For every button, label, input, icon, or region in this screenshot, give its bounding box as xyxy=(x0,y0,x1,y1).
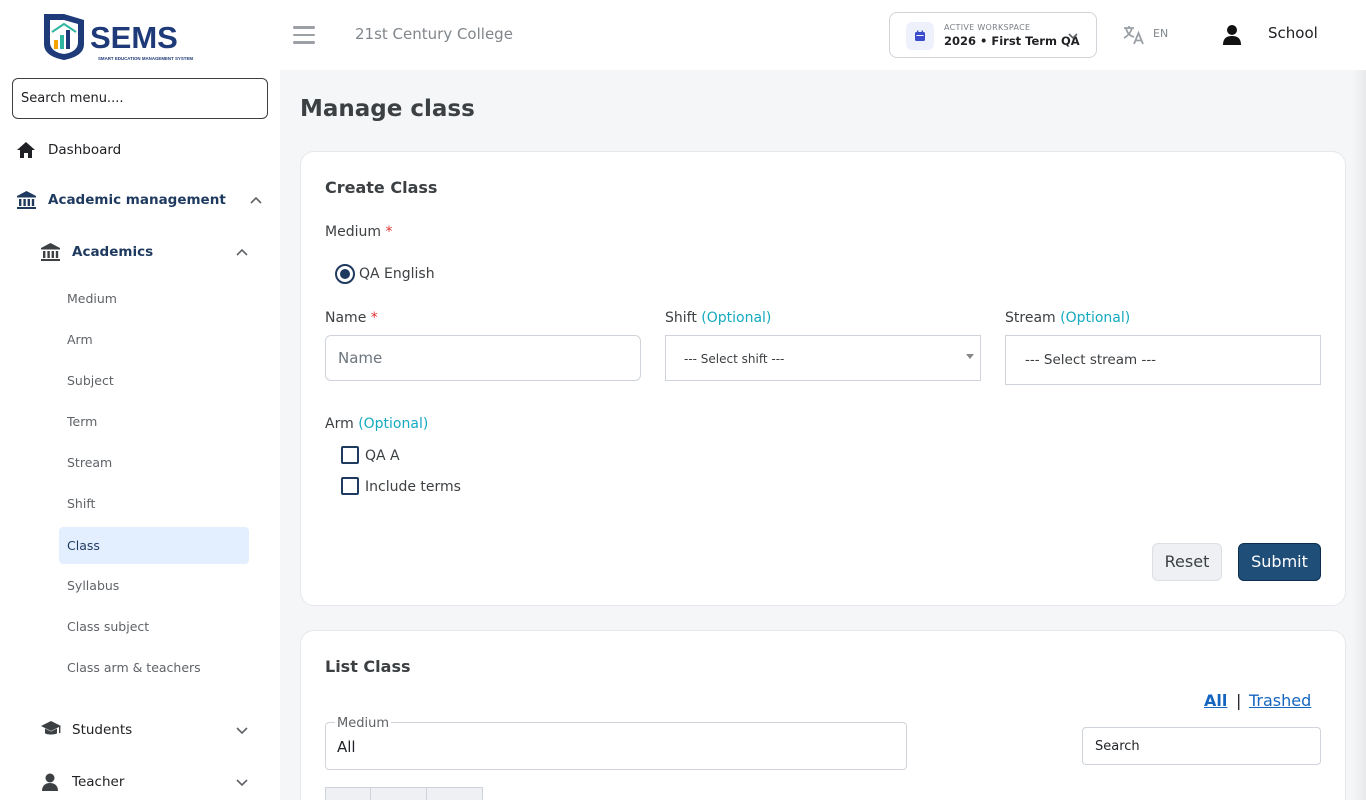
chevron-down-icon xyxy=(236,727,248,735)
workspace-label: ACTIVE WORKSPACE xyxy=(944,23,1031,32)
card-title: List Class xyxy=(325,657,411,676)
chevron-down-icon xyxy=(1068,33,1078,40)
sidebar-item-label: Dashboard xyxy=(48,142,122,158)
shift-select-value: --- Select shift --- xyxy=(684,352,785,366)
sidebar-item-shift[interactable]: Shift xyxy=(59,485,249,522)
institution-icon xyxy=(17,191,36,209)
sidebar-item-term[interactable]: Term xyxy=(59,403,249,440)
card-title: Create Class xyxy=(325,178,438,197)
medium-option-label[interactable]: QA English xyxy=(359,266,435,282)
svg-text:SEMS: SEMS xyxy=(90,20,178,55)
arm-checkbox-qa-a[interactable] xyxy=(341,446,359,464)
sidebar-item-class[interactable]: Class xyxy=(59,527,249,564)
graduation-cap-icon xyxy=(41,721,61,735)
export-button[interactable] xyxy=(426,787,483,800)
sidebar-item-medium[interactable]: Medium xyxy=(59,280,249,317)
sidebar: Dashboard Academic management Academics xyxy=(0,70,280,800)
medium-filter-label: Medium xyxy=(335,716,391,731)
calendar-icon xyxy=(906,22,934,50)
svg-text:SMART EDUCATION MANAGEMENT SYS: SMART EDUCATION MANAGEMENT SYSTEM xyxy=(98,56,193,61)
user-icon[interactable] xyxy=(1222,24,1242,46)
filter-all-link[interactable]: All xyxy=(1204,691,1227,710)
sidebar-item-teacher[interactable]: Teacher xyxy=(40,772,252,794)
institution-icon xyxy=(41,243,60,261)
sidebar-item-stream[interactable]: Stream xyxy=(59,444,249,481)
sidebar-item-dashboard[interactable]: Dashboard xyxy=(16,140,266,162)
sidebar-item-academics[interactable]: Academics xyxy=(40,242,252,264)
caret-down-icon xyxy=(966,354,974,359)
refresh-button[interactable] xyxy=(325,787,371,800)
language-code[interactable]: EN xyxy=(1153,27,1168,40)
sidebar-item-arm[interactable]: Arm xyxy=(59,321,249,358)
sidebar-item-students[interactable]: Students xyxy=(40,720,252,742)
stream-label: Stream (Optional) xyxy=(1005,310,1131,326)
shift-label: Shift (Optional) xyxy=(665,310,772,326)
top-bar: SEMS SMART EDUCATION MANAGEMENT SYSTEM 2… xyxy=(0,0,1366,70)
shift-select[interactable]: --- Select shift --- xyxy=(665,335,981,381)
sidebar-item-label: Academic management xyxy=(48,192,226,208)
sidebar-item-class-subject[interactable]: Class subject xyxy=(59,608,249,645)
name-input[interactable] xyxy=(325,335,641,381)
table-toolbar xyxy=(325,787,483,800)
sidebar-item-label: Students xyxy=(72,722,133,738)
sidebar-item-syllabus[interactable]: Syllabus xyxy=(59,567,249,604)
stream-select[interactable]: --- Select stream --- xyxy=(1005,335,1321,385)
filter-trashed-link[interactable]: Trashed xyxy=(1249,691,1311,710)
submit-button[interactable]: Submit xyxy=(1238,543,1321,581)
sidebar-item-label: Teacher xyxy=(72,774,125,790)
list-class-card: List Class xyxy=(300,630,1346,800)
arm-label: Arm (Optional) xyxy=(325,416,429,432)
translate-icon[interactable] xyxy=(1122,24,1146,46)
home-icon xyxy=(17,142,35,158)
medium-filter-value: All xyxy=(337,738,356,756)
chevron-up-icon xyxy=(250,196,262,204)
workspace-selector[interactable]: ACTIVE WORKSPACE 2026 • First Term QA xyxy=(889,12,1097,58)
sems-logo[interactable]: SEMS SMART EDUCATION MANAGEMENT SYSTEM xyxy=(40,10,220,62)
filter-separator: | xyxy=(1236,691,1242,710)
include-terms-checkbox[interactable] xyxy=(341,477,359,495)
search-menu-input[interactable] xyxy=(12,78,268,119)
medium-filter-select[interactable] xyxy=(325,722,907,770)
page-title: Manage class xyxy=(300,96,475,122)
medium-label: Medium * xyxy=(325,224,393,240)
list-search-input[interactable] xyxy=(1082,727,1321,765)
college-name: 21st Century College xyxy=(355,25,513,43)
sidebar-item-label: Academics xyxy=(72,244,154,260)
menu-toggle-button[interactable] xyxy=(293,26,315,44)
chevron-up-icon xyxy=(236,248,248,256)
user-name[interactable]: School xyxy=(1268,24,1318,42)
sidebar-item-academic-management[interactable]: Academic management xyxy=(16,190,266,212)
chevron-down-icon xyxy=(236,779,248,787)
sidebar-item-subject[interactable]: Subject xyxy=(59,362,249,399)
stream-select-value: --- Select stream --- xyxy=(1025,352,1157,368)
workspace-value: 2026 • First Term QA xyxy=(944,34,1080,48)
sidebar-item-class-arm-teachers[interactable]: Class arm & teachers xyxy=(59,649,249,686)
reset-button[interactable]: Reset xyxy=(1152,543,1222,581)
medium-radio-qa-english[interactable] xyxy=(335,264,355,284)
name-label: Name * xyxy=(325,310,378,326)
include-terms-label[interactable]: Include terms xyxy=(365,479,461,495)
page-scrollbar[interactable] xyxy=(1352,70,1366,800)
arm-option-label[interactable]: QA A xyxy=(365,448,400,464)
user-icon xyxy=(42,773,58,791)
columns-button[interactable] xyxy=(370,787,427,800)
